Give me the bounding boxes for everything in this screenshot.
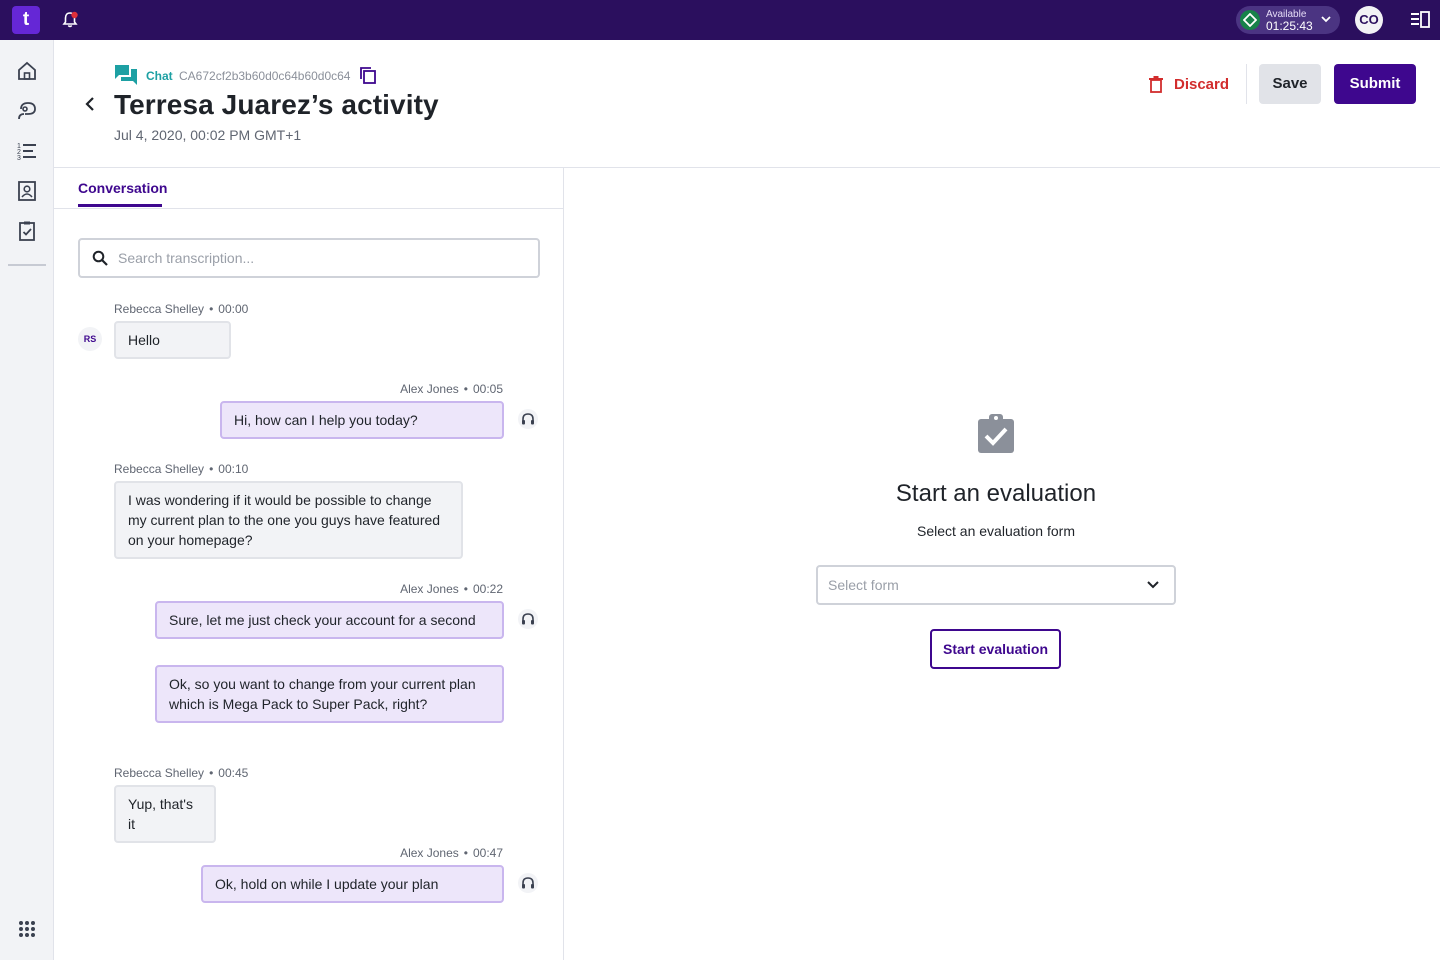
header-divider bbox=[1246, 64, 1247, 104]
message-bubble: Yup, that's it bbox=[114, 785, 216, 843]
search-input[interactable] bbox=[118, 248, 518, 268]
message-author: Alex Jones bbox=[400, 846, 459, 860]
availability-status[interactable]: Available 01:25:43 bbox=[1236, 6, 1340, 34]
message-time: 00:00 bbox=[218, 302, 249, 316]
customer-avatar: RS bbox=[78, 327, 102, 351]
message-time: 00:05 bbox=[472, 382, 503, 396]
message-author: Alex Jones bbox=[400, 582, 459, 596]
app-logo[interactable]: t bbox=[12, 6, 40, 34]
message-time: 00:47 bbox=[472, 846, 503, 860]
chevron-down-icon bbox=[1147, 581, 1159, 589]
back-arrow-icon[interactable] bbox=[82, 96, 98, 112]
top-bar: t Available 01:25:43 CO bbox=[0, 0, 1440, 40]
apps-grid-icon[interactable] bbox=[16, 918, 38, 940]
message-bubble: Hello bbox=[114, 321, 231, 359]
contacts-icon[interactable] bbox=[16, 180, 38, 202]
start-evaluation-button[interactable]: Start evaluation bbox=[930, 629, 1061, 669]
status-timer: 01:25:43 bbox=[1266, 19, 1313, 33]
message-bubble: Ok, so you want to change from your curr… bbox=[155, 665, 504, 723]
page-title: Terresa Juarez’s activity bbox=[114, 89, 439, 120]
chevron-down-icon bbox=[1321, 16, 1331, 23]
conversation-tabs: Conversation bbox=[54, 168, 563, 209]
message-time: 00:10 bbox=[218, 462, 249, 476]
copy-icon[interactable] bbox=[359, 66, 377, 84]
evaluation-title: Start an evaluation bbox=[895, 480, 1097, 507]
nav-divider bbox=[8, 264, 46, 266]
activity-date: Jul 4, 2020, 00:02 PM GMT+1 bbox=[114, 127, 302, 143]
home-icon[interactable] bbox=[16, 60, 38, 82]
message-meta: Alex Jones • 00:22 bbox=[400, 582, 503, 596]
conversation-panel: Conversation Rebecca Shelley•00:00 RS He… bbox=[54, 168, 564, 960]
search-icon bbox=[92, 250, 108, 266]
message-bubble: I was wondering if it would be possible … bbox=[114, 481, 463, 559]
message-time: 00:45 bbox=[218, 766, 249, 780]
chat-icon bbox=[115, 65, 137, 85]
submit-button[interactable]: Submit bbox=[1334, 64, 1416, 104]
evaluation-form-select[interactable]: Select form bbox=[816, 565, 1176, 605]
svg-text:3: 3 bbox=[17, 155, 21, 162]
notification-bell-icon[interactable] bbox=[60, 10, 80, 30]
queue-list-icon[interactable]: 1 2 3 bbox=[16, 140, 38, 162]
clipboard-check-icon bbox=[978, 414, 1014, 453]
availability-indicator-icon bbox=[1240, 10, 1260, 30]
evaluation-subtitle: Select an evaluation form bbox=[917, 523, 1075, 539]
message-meta: Rebecca Shelley • 00:00 bbox=[114, 302, 249, 316]
message-bubble: Sure, let me just check your account for… bbox=[155, 601, 504, 639]
trash-icon bbox=[1149, 76, 1163, 93]
search-transcription[interactable] bbox=[78, 238, 540, 278]
logo-text: t bbox=[22, 9, 30, 30]
user-avatar[interactable]: CO bbox=[1355, 6, 1383, 34]
message-bubble: Hi, how can I help you today? bbox=[220, 401, 504, 439]
activity-id: CA672cf2b3b60d0c64b60d0c64 bbox=[179, 69, 351, 83]
message-meta: Alex Jones • 00:47 bbox=[400, 846, 503, 860]
left-navigation: 1 2 3 bbox=[0, 40, 54, 960]
select-placeholder: Select form bbox=[828, 577, 899, 593]
discard-label: Discard bbox=[1174, 76, 1230, 93]
message-meta: Rebecca Shelley • 00:10 bbox=[114, 462, 249, 476]
agent-icon[interactable] bbox=[16, 100, 38, 122]
message-meta: Alex Jones • 00:05 bbox=[400, 382, 503, 396]
message-author: Rebecca Shelley bbox=[114, 766, 205, 780]
discard-button[interactable]: Discard bbox=[1138, 64, 1238, 104]
activity-header: Chat CA672cf2b3b60d0c64b60d0c64 Terresa … bbox=[54, 40, 1440, 168]
save-button[interactable]: Save bbox=[1259, 64, 1321, 104]
message-meta: Rebecca Shelley • 00:45 bbox=[114, 766, 249, 780]
evaluation-panel: Start an evaluation Select an evaluation… bbox=[564, 168, 1440, 960]
message-time: 00:22 bbox=[472, 582, 503, 596]
channel-label: Chat bbox=[146, 69, 173, 83]
active-tab-indicator bbox=[78, 204, 162, 207]
headset-icon[interactable] bbox=[518, 873, 538, 893]
tab-conversation[interactable]: Conversation bbox=[78, 168, 167, 208]
message-author: Alex Jones bbox=[400, 382, 459, 396]
message-author: Rebecca Shelley bbox=[114, 462, 205, 476]
headset-icon[interactable] bbox=[518, 409, 538, 429]
evaluation-icon[interactable] bbox=[16, 220, 38, 242]
headset-icon[interactable] bbox=[518, 609, 538, 629]
message-bubble: Ok, hold on while I update your plan bbox=[201, 865, 504, 903]
side-panel-icon[interactable] bbox=[1410, 10, 1430, 30]
message-author: Rebecca Shelley bbox=[114, 302, 205, 316]
